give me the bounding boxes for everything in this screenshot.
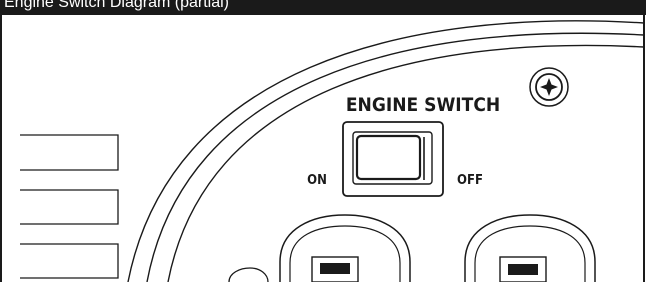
outlet-left-slot xyxy=(311,256,359,282)
phillips-screw-icon xyxy=(529,67,569,107)
engine-switch-label: ENGINE SWITCH xyxy=(346,94,500,116)
left-tabs xyxy=(20,134,119,279)
rim-arc-inner xyxy=(167,44,645,282)
partial-circle xyxy=(228,267,269,282)
rocker-switch xyxy=(342,121,444,197)
engine-switch-diagram: ENGINE SWITCH ON OFF xyxy=(0,15,645,282)
off-label: OFF xyxy=(457,173,483,188)
panel-rim xyxy=(127,20,645,282)
left-tab-1 xyxy=(20,134,119,171)
left-tab-3 xyxy=(20,243,119,279)
outlet-right-slot xyxy=(499,256,547,282)
left-tab-2 xyxy=(20,189,119,225)
switch-rocker xyxy=(355,134,422,181)
on-label: ON xyxy=(307,173,327,188)
diagram-frame: Engine Switch Diagram (partial) ENGINE S… xyxy=(0,0,646,282)
rim-arc-outer xyxy=(127,20,645,282)
